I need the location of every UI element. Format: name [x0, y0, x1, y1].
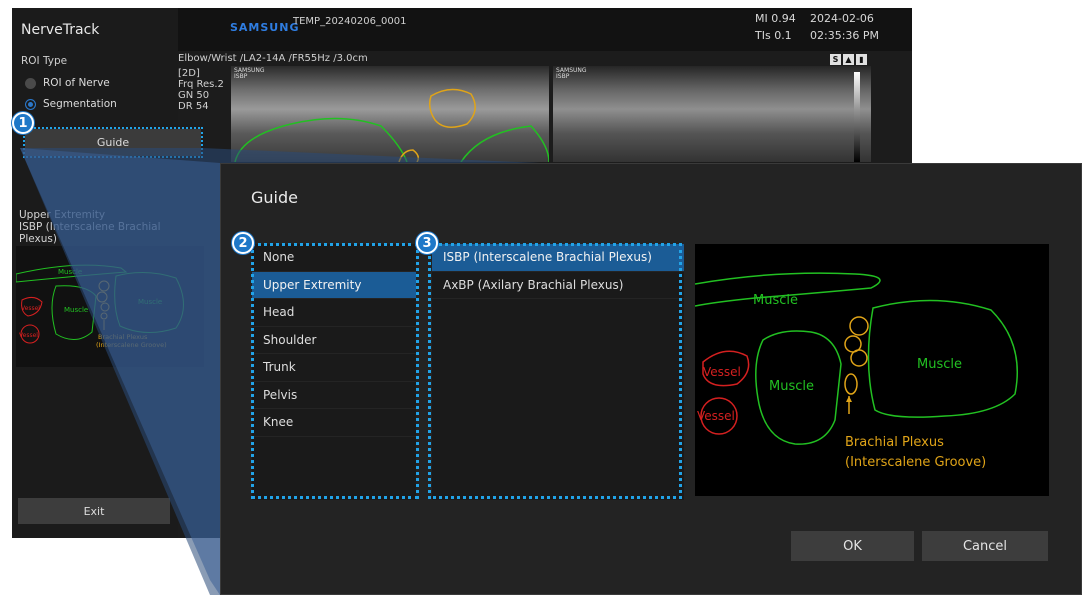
mini-anatomy-illustration: Muscle Muscle Muscle Vessel Vessel Brach…	[15, 264, 184, 349]
us-watermark: SAMSUNG ISBP	[234, 67, 265, 80]
nervetrack-side-panel: NerveTrack ROI Type ROI of Nerve Segment…	[12, 8, 204, 538]
segmentation-label: Segmentation	[43, 98, 117, 110]
tis-value: TIs 0.1	[755, 29, 792, 42]
roi-of-nerve-label: ROI of Nerve	[43, 77, 110, 89]
plexus-label-line2: (Interscalene Groove)	[845, 455, 986, 470]
mini-plexus-label-2: (Interscalene Groove)	[96, 341, 167, 349]
segmentation-radio[interactable]: Segmentation	[25, 98, 117, 110]
callout-badge-1: 1	[12, 112, 34, 134]
us-watermark-right: SAMSUNG ISBP	[556, 67, 587, 80]
dialog-title: Guide	[251, 188, 298, 207]
ultrasound-image-left[interactable]: SAMSUNG ISBP	[231, 66, 549, 162]
current-preset-item: ISBP (Interscalene Brachial Plexus)	[19, 221, 161, 245]
vessel-2-label: Vessel	[697, 409, 735, 423]
radio-dot-icon	[25, 77, 36, 89]
current-preset-category: Upper Extremity	[19, 209, 106, 221]
mini-plexus-label-1: Brachial Plexus	[98, 333, 148, 341]
anatomy-guide-diagram: Muscle Muscle Muscle Vessel Vessel Brach…	[695, 244, 1049, 496]
muscle-right-label: Muscle	[917, 357, 962, 372]
mini-muscle-right-label: Muscle	[138, 298, 162, 306]
time-display: 02:35:36 PM	[810, 29, 880, 42]
cancel-button[interactable]: Cancel	[922, 531, 1048, 561]
ok-button[interactable]: OK	[791, 531, 914, 561]
callout-badge-2: 2	[232, 232, 254, 254]
flag-icon: ▮	[856, 54, 867, 65]
radio-selected-icon	[25, 98, 36, 110]
roi-type-label: ROI Type	[21, 55, 68, 67]
callout-frame-category	[251, 243, 419, 499]
muscle-top-label: Muscle	[753, 293, 798, 308]
date-display: 2024-02-06	[810, 12, 874, 25]
callout-frame-subitem	[428, 243, 682, 499]
plexus-label-line1: Brachial Plexus	[845, 435, 944, 450]
guide-dialog: Guide None Upper Extremity Head Shoulder…	[220, 163, 1082, 595]
segmentation-overlay	[234, 88, 549, 162]
mini-guide-diagram: Muscle Muscle Muscle Vessel Vessel Brach…	[15, 246, 204, 367]
mini-vessel-2-label: Vessel	[19, 332, 38, 339]
exit-button[interactable]: Exit	[18, 498, 170, 524]
grayscale-bar	[854, 72, 860, 162]
param-frq: Frq Res.2	[178, 79, 224, 90]
probe-info: Elbow/Wrist /LA2-14A /FR55Hz /3.0cm	[178, 53, 368, 64]
roi-of-nerve-radio[interactable]: ROI of Nerve	[25, 77, 110, 89]
muscle-left-label: Muscle	[769, 379, 814, 394]
guide-button[interactable]: Guide	[23, 127, 203, 158]
mini-muscle-left-label: Muscle	[64, 306, 88, 314]
status-icons: S ▲ ▮	[830, 54, 867, 65]
callout-badge-3: 3	[416, 232, 438, 254]
param-dr: DR 54	[178, 101, 209, 112]
ultrasound-image-right[interactable]: SAMSUNG ISBP	[553, 66, 871, 162]
vessel-1-label: Vessel	[703, 365, 741, 379]
param-mode: [2D]	[178, 68, 200, 79]
mini-muscle-top-label: Muscle	[58, 268, 82, 276]
imaging-parameters: [2D] Frq Res.2 GN 50 DR 54	[178, 68, 224, 112]
param-gn: GN 50	[178, 90, 210, 101]
cloud-icon: ▲	[843, 54, 854, 65]
app-title: NerveTrack	[21, 22, 100, 38]
status-header: SAMSUNG TEMP_20240206_0001 MI 0.94 TIs 0…	[178, 8, 912, 51]
brand-logo: SAMSUNG	[230, 21, 300, 34]
mini-vessel-1-label: Vessel	[21, 305, 40, 312]
s-icon: S	[830, 54, 841, 65]
exam-id: TEMP_20240206_0001	[293, 16, 407, 27]
anatomy-illustration: Muscle Muscle Muscle Vessel Vessel Brach…	[695, 272, 1018, 470]
mi-value: MI 0.94	[755, 12, 796, 25]
